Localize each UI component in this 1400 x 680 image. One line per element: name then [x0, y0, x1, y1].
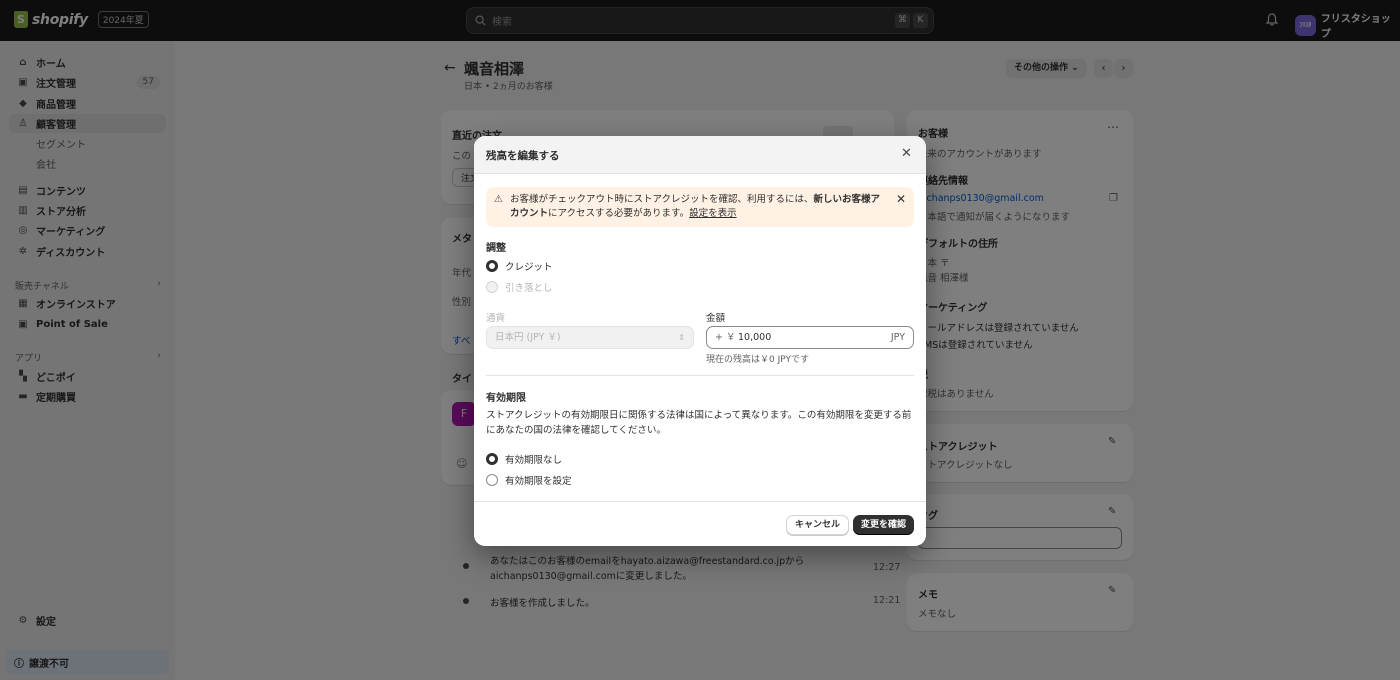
adjustment-label: 調整: [486, 243, 506, 254]
cancel-button[interactable]: キャンセル: [786, 515, 850, 535]
no-expiry-label: 有効期限なし: [505, 455, 563, 466]
radio-unselected: [486, 474, 498, 486]
banner-text: お客様がチェックアウト時にストアクレジットを確認、利用するには、新しいお客様アカ…: [510, 193, 885, 221]
currency-label: 通貨: [486, 313, 506, 324]
banner-text-pre: お客様がチェックアウト時にストアクレジットを確認、利用するには、: [510, 194, 814, 205]
amount-prefix: + ￥: [715, 332, 736, 343]
modal-title: 残高を編集する: [486, 150, 560, 162]
set-expiry-label: 有効期限を設定: [505, 476, 572, 487]
credit-option-label: クレジット: [505, 262, 553, 273]
warning-icon: ⚠: [494, 194, 503, 205]
modal-header: 残高を編集する ✕: [474, 136, 926, 174]
amount-label: 金額: [706, 313, 726, 324]
edit-balance-modal: 残高を編集する ✕ ⚠ お客様がチェックアウト時にストアクレジットを確認、利用す…: [474, 136, 926, 546]
currency-select[interactable]: 日本円 (JPY ￥) ⇕: [486, 326, 694, 349]
radio-selected: [486, 453, 498, 465]
select-chevron-icon: ⇕: [678, 333, 685, 342]
warning-banner: ⚠ お客様がチェックアウト時にストアクレジットを確認、利用するには、新しいお客様…: [486, 187, 914, 227]
divider: [486, 375, 914, 376]
radio-selected: [486, 260, 498, 272]
current-balance-help: 現在の残高は￥0 JPYです: [706, 355, 809, 365]
expiry-label: 有効期限: [486, 393, 526, 404]
credit-radio[interactable]: クレジット: [486, 259, 553, 273]
amount-value: 10,000: [738, 332, 772, 343]
banner-text-post: にアクセスする必要があります。: [548, 208, 690, 219]
dismiss-banner-icon[interactable]: ✕: [896, 192, 906, 206]
view-settings-link[interactable]: 設定を表示: [689, 208, 737, 219]
debit-radio[interactable]: 引き落とし: [486, 280, 553, 294]
debit-option-label: 引き落とし: [505, 283, 553, 294]
currency-value: 日本円 (JPY ￥): [495, 332, 561, 343]
close-icon[interactable]: ✕: [901, 146, 912, 161]
expiry-description: ストアクレジットの有効期限日に関係する法律は国によって異なります。この有効期限を…: [486, 410, 912, 436]
confirm-changes-button[interactable]: 変更を確認: [853, 515, 915, 535]
set-expiry-radio[interactable]: 有効期限を設定: [486, 473, 572, 487]
no-expiry-radio[interactable]: 有効期限なし: [486, 452, 562, 466]
amount-input[interactable]: + ￥ 10,000 JPY: [706, 326, 914, 349]
amount-suffix: JPY: [890, 332, 905, 343]
modal-footer: キャンセル 変更を確認: [474, 501, 926, 546]
radio-disabled: [486, 281, 498, 293]
